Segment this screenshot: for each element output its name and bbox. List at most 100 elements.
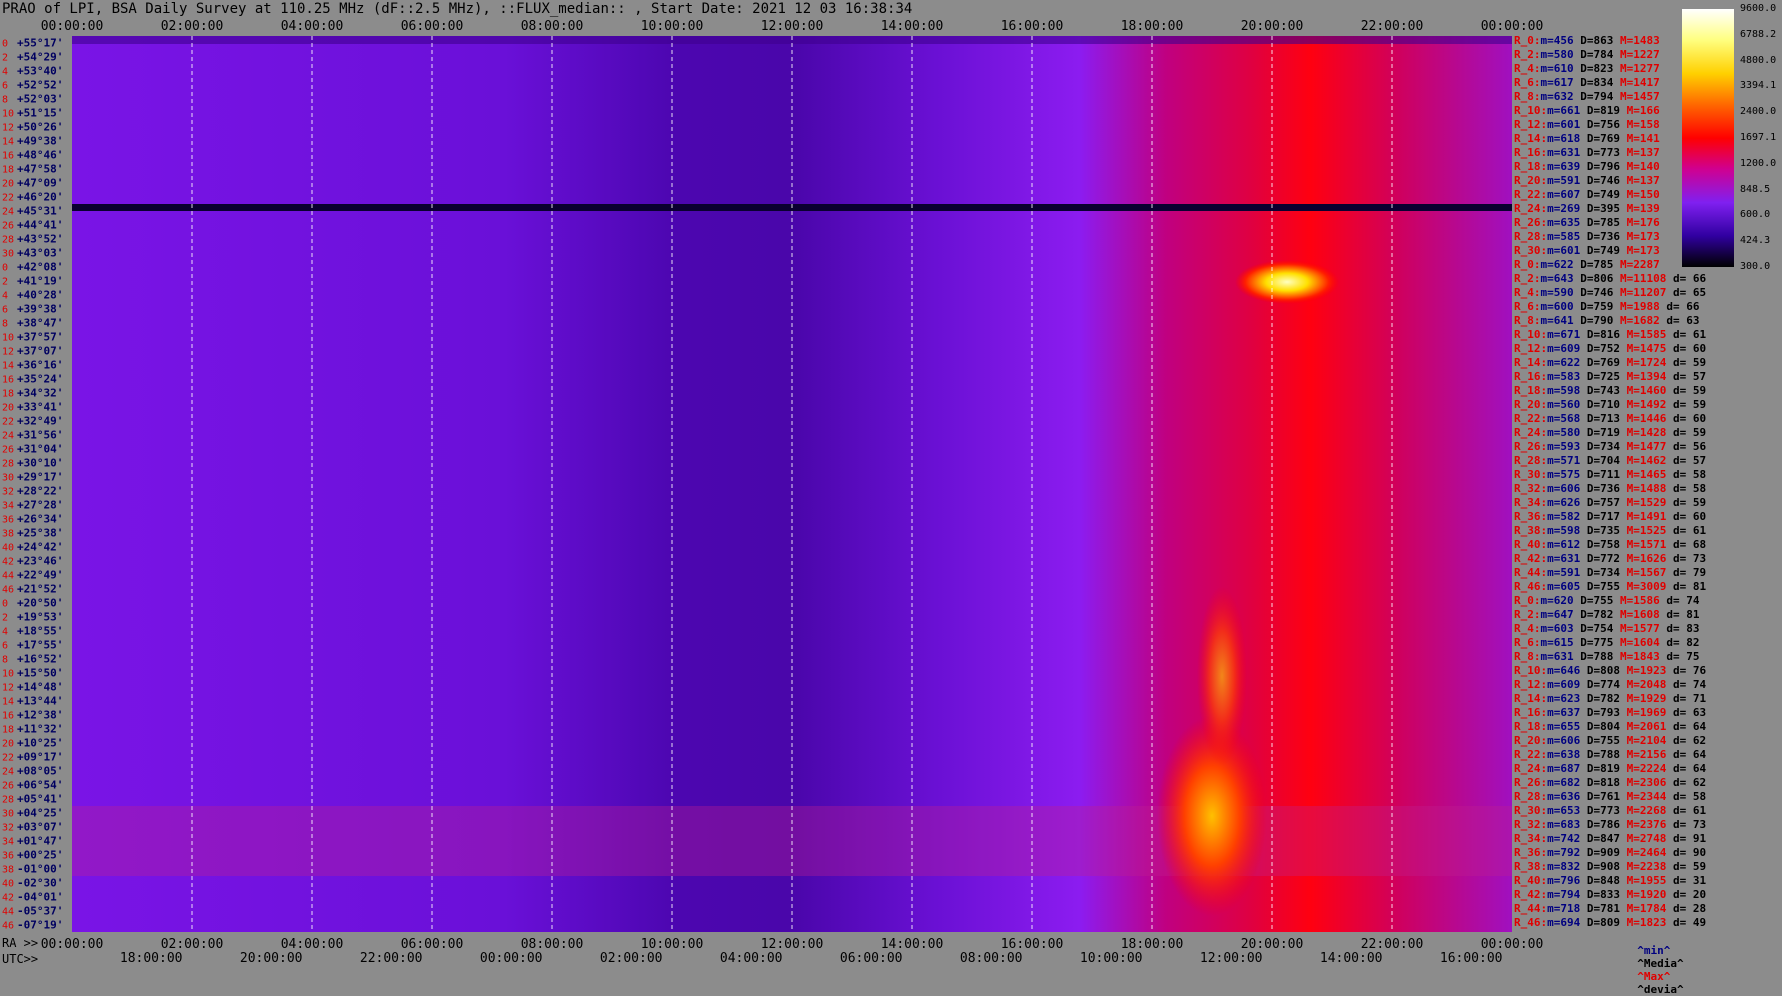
stat-row: R_20:m=560 D=710 M=1492 d= 59 bbox=[1514, 398, 1706, 412]
stat-m: m=792 bbox=[1547, 846, 1581, 859]
stat-d: D=909 bbox=[1580, 846, 1620, 859]
y-dec-label: +44°41' bbox=[17, 219, 63, 232]
stat-name: R_4: bbox=[1514, 62, 1541, 75]
stat-d: D=758 bbox=[1580, 538, 1620, 551]
stat-row: R_44:m=591 D=734 M=1567 d= 79 bbox=[1514, 566, 1706, 580]
y-dec-label: -07°19' bbox=[17, 919, 63, 932]
x-utc-tick-label: 10:00:00 bbox=[1080, 951, 1143, 966]
stat-d: D=711 bbox=[1580, 468, 1620, 481]
stat-dev: d= 79 bbox=[1666, 566, 1707, 579]
stat-mx: M=2748 bbox=[1620, 832, 1667, 845]
stat-name: R_0: bbox=[1514, 594, 1541, 607]
x-utc-tick-label: 08:00:00 bbox=[960, 951, 1023, 966]
stat-row: R_46:m=605 D=755 M=3009 d= 81 bbox=[1514, 580, 1706, 594]
stat-mx: M=1492 bbox=[1620, 398, 1667, 411]
stat-m: m=456 bbox=[1540, 34, 1574, 47]
stat-d: D=755 bbox=[1580, 580, 1620, 593]
stat-d: D=774 bbox=[1580, 678, 1620, 691]
stat-d: D=710 bbox=[1580, 398, 1620, 411]
stat-m: m=618 bbox=[1547, 132, 1581, 145]
y-dec-label: -04°01' bbox=[17, 891, 63, 904]
y-index-label: 44 bbox=[2, 907, 14, 918]
stat-name: R_28: bbox=[1514, 790, 1548, 803]
y-index-label: 18 bbox=[2, 165, 14, 176]
stat-m: m=615 bbox=[1540, 636, 1574, 649]
stat-mx: M=1585 bbox=[1620, 328, 1667, 341]
stat-mx: M=1394 bbox=[1620, 370, 1667, 383]
stat-m: m=661 bbox=[1547, 104, 1581, 117]
stat-row: R_6:m=615 D=775 M=1604 d= 82 bbox=[1514, 636, 1699, 650]
stat-dev: d= 83 bbox=[1659, 622, 1700, 635]
stat-d: D=785 bbox=[1573, 258, 1614, 271]
stat-dev: d= 64 bbox=[1666, 748, 1707, 761]
stat-mx: M=1988 bbox=[1613, 300, 1660, 313]
colorbar-tick: 600.0 bbox=[1740, 209, 1771, 221]
stat-dev: d= 63 bbox=[1666, 706, 1707, 719]
y-dec-label: +12°38' bbox=[17, 709, 63, 722]
stat-row: R_14:m=622 D=769 M=1724 d= 59 bbox=[1514, 356, 1706, 370]
stat-name: R_38: bbox=[1514, 524, 1548, 537]
y-index-label: 16 bbox=[2, 375, 14, 386]
stat-row: R_42:m=794 D=833 M=1920 d= 20 bbox=[1514, 888, 1706, 902]
x-utc-tick-label: 20:00:00 bbox=[240, 951, 303, 966]
y-dec-label: +25°38' bbox=[17, 527, 63, 540]
stat-row: R_38:m=832 D=908 M=2238 d= 59 bbox=[1514, 860, 1706, 874]
stat-row: R_18:m=655 D=804 M=2061 d= 64 bbox=[1514, 720, 1706, 734]
stat-name: R_40: bbox=[1514, 874, 1548, 887]
y-dec-label: -05°37' bbox=[17, 905, 63, 918]
stat-name: R_14: bbox=[1514, 356, 1548, 369]
stat-row: R_16:m=583 D=725 M=1394 d= 57 bbox=[1514, 370, 1706, 384]
legend-min: ^min^ bbox=[1637, 944, 1671, 957]
stat-row: R_10:m=646 D=808 M=1923 d= 76 bbox=[1514, 664, 1706, 678]
stat-d: D=773 bbox=[1580, 146, 1620, 159]
stat-m: m=742 bbox=[1547, 832, 1581, 845]
x-top-tick-label: 16:00:00 bbox=[1001, 19, 1064, 34]
stat-row: R_14:m=623 D=782 M=1929 d= 71 bbox=[1514, 692, 1706, 706]
y-index-label: 24 bbox=[2, 207, 14, 218]
x-top-tick-label: 12:00:00 bbox=[761, 19, 824, 34]
y-dec-label: +01°47' bbox=[17, 835, 63, 848]
stat-m: m=609 bbox=[1547, 678, 1581, 691]
stat-dev: d= 58 bbox=[1666, 482, 1707, 495]
stat-dev: d= 60 bbox=[1666, 510, 1707, 523]
x-ra-tick-label: 18:00:00 bbox=[1121, 937, 1184, 952]
x-utc-tick-label: 06:00:00 bbox=[840, 951, 903, 966]
stat-d: D=755 bbox=[1573, 594, 1614, 607]
stat-row: R_12:m=609 D=774 M=2048 d= 74 bbox=[1514, 678, 1706, 692]
stat-dev: d= 61 bbox=[1666, 524, 1707, 537]
stat-dev: d= 59 bbox=[1666, 496, 1707, 509]
stat-row: R_6:m=600 D=759 M=1988 d= 66 bbox=[1514, 300, 1699, 314]
y-index-label: 10 bbox=[2, 669, 14, 680]
stat-name: R_24: bbox=[1514, 762, 1548, 775]
stat-dev: d= 90 bbox=[1666, 846, 1707, 859]
stat-m: m=631 bbox=[1547, 146, 1581, 159]
stat-name: R_4: bbox=[1514, 622, 1541, 635]
y-dec-label: +35°24' bbox=[17, 373, 63, 386]
stat-name: R_2: bbox=[1514, 272, 1541, 285]
stat-dev: d= 61 bbox=[1666, 804, 1707, 817]
x-ra-tick-label: 14:00:00 bbox=[881, 937, 944, 952]
stat-name: R_8: bbox=[1514, 90, 1541, 103]
y-index-label: 46 bbox=[2, 585, 14, 596]
stat-m: m=635 bbox=[1547, 216, 1581, 229]
stat-d: D=782 bbox=[1573, 608, 1614, 621]
stat-dev: d= 59 bbox=[1666, 860, 1707, 873]
stat-mx: M=1227 bbox=[1613, 48, 1660, 61]
y-dec-label: +54°29' bbox=[17, 51, 63, 64]
stat-name: R_26: bbox=[1514, 776, 1548, 789]
x-utc-tick-label: 12:00:00 bbox=[1200, 951, 1263, 966]
stat-row: R_26:m=635 D=785 M=176 bbox=[1514, 216, 1684, 230]
stat-d: D=755 bbox=[1580, 734, 1620, 747]
stat-dev: d= 64 bbox=[1666, 762, 1707, 775]
stat-mx: M=2268 bbox=[1620, 804, 1667, 817]
stat-row: R_32:m=606 D=736 M=1488 d= 58 bbox=[1514, 482, 1706, 496]
stats-legend: ^min^ ^Media^ ^Max^ ^devia^ bbox=[1624, 931, 1690, 996]
stat-row: R_30:m=575 D=711 M=1465 d= 58 bbox=[1514, 468, 1706, 482]
x-top-tick-label: 22:00:00 bbox=[1361, 19, 1424, 34]
stat-row: R_26:m=682 D=818 M=2306 d= 62 bbox=[1514, 776, 1706, 790]
stat-m: m=606 bbox=[1547, 482, 1581, 495]
y-index-label: 36 bbox=[2, 851, 14, 862]
stat-mx: M=173 bbox=[1620, 230, 1660, 243]
y-index-label: 26 bbox=[2, 445, 14, 456]
stat-m: m=687 bbox=[1547, 762, 1581, 775]
